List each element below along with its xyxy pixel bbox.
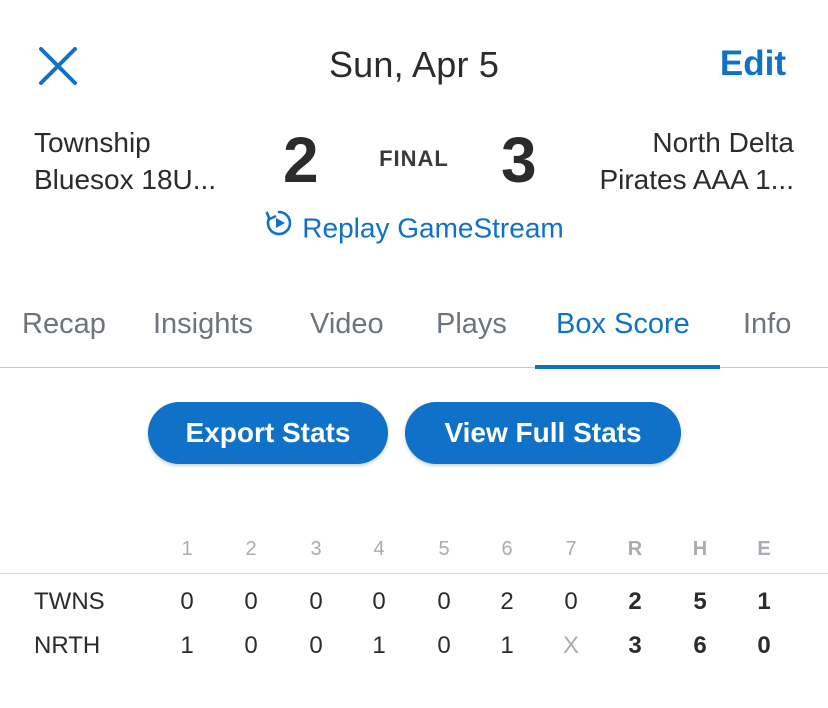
inning-score: 0 [564, 588, 578, 615]
errors-total: 0 [757, 632, 771, 659]
inning-header: 4 [373, 538, 385, 560]
home-team-name-line2: Pirates AAA 1... [599, 164, 794, 195]
inning-score: 0 [244, 588, 258, 615]
inning-header: 6 [501, 538, 513, 560]
view-full-stats-button[interactable]: View Full Stats [405, 402, 681, 464]
tab-bar: Recap Insights Video Plays Box Score Inf… [0, 300, 828, 369]
runs-total: 2 [628, 588, 642, 615]
close-icon [39, 47, 77, 85]
inning-header: 7 [565, 538, 577, 560]
replay-gamestream-button[interactable]: Replay GameStream [0, 210, 828, 247]
errors-total: 1 [757, 588, 771, 615]
tab-box-score[interactable]: Box Score [556, 308, 690, 341]
header: Sun, Apr 5 Edit [0, 0, 828, 120]
home-score: 3 [501, 124, 537, 196]
close-button[interactable] [36, 44, 80, 88]
home-team-name[interactable]: North Delta Pirates AAA 1... [599, 124, 794, 198]
inning-score: 1 [500, 632, 514, 659]
tab-video[interactable]: Video [310, 308, 384, 341]
score-row: Township Bluesox 18U... 2 FINAL 3 North … [0, 120, 828, 210]
box-score-header: 1 2 3 4 5 6 7 R H E [0, 530, 828, 574]
inning-score: 1 [372, 632, 386, 659]
table-row: NRTH 1 0 0 1 0 1 X 3 6 0 [0, 622, 828, 666]
inning-score: 0 [372, 588, 386, 615]
inning-score: 2 [500, 588, 514, 615]
inning-score: 0 [309, 632, 323, 659]
edit-button[interactable]: Edit [720, 44, 786, 84]
hits-header: H [692, 538, 708, 560]
hits-total: 5 [693, 588, 707, 615]
inning-header: 1 [181, 538, 193, 560]
inning-header: 2 [245, 538, 257, 560]
runs-total: 3 [628, 632, 642, 659]
team-abbreviation: TWNS [34, 588, 105, 615]
export-stats-button[interactable]: Export Stats [148, 402, 388, 464]
inning-score: 0 [180, 588, 194, 615]
tab-info[interactable]: Info [743, 308, 791, 341]
inning-score: 0 [437, 588, 451, 615]
home-team-name-line1: North Delta [652, 127, 794, 158]
inning-score: X [562, 632, 579, 659]
page-title: Sun, Apr 5 [328, 44, 500, 85]
inning-score: 1 [180, 632, 194, 659]
table-row: TWNS 0 0 0 0 0 2 0 2 5 1 [0, 578, 828, 622]
tab-recap[interactable]: Recap [22, 308, 106, 341]
hits-total: 6 [693, 632, 707, 659]
replay-icon [264, 208, 294, 245]
active-tab-indicator [535, 364, 720, 369]
inning-score: 0 [437, 632, 451, 659]
inning-header: 3 [310, 538, 322, 560]
inning-score: 0 [309, 588, 323, 615]
inning-header: 5 [438, 538, 450, 560]
runs-header: R [627, 538, 643, 560]
box-score-table: 1 2 3 4 5 6 7 R H E TWNS 0 0 0 0 0 2 0 2… [0, 530, 828, 666]
errors-header: E [757, 538, 771, 560]
inning-score: 0 [244, 632, 258, 659]
tab-plays[interactable]: Plays [436, 308, 507, 341]
team-abbreviation: NRTH [34, 632, 101, 659]
replay-label: Replay GameStream [302, 212, 564, 244]
tab-insights[interactable]: Insights [153, 308, 253, 341]
